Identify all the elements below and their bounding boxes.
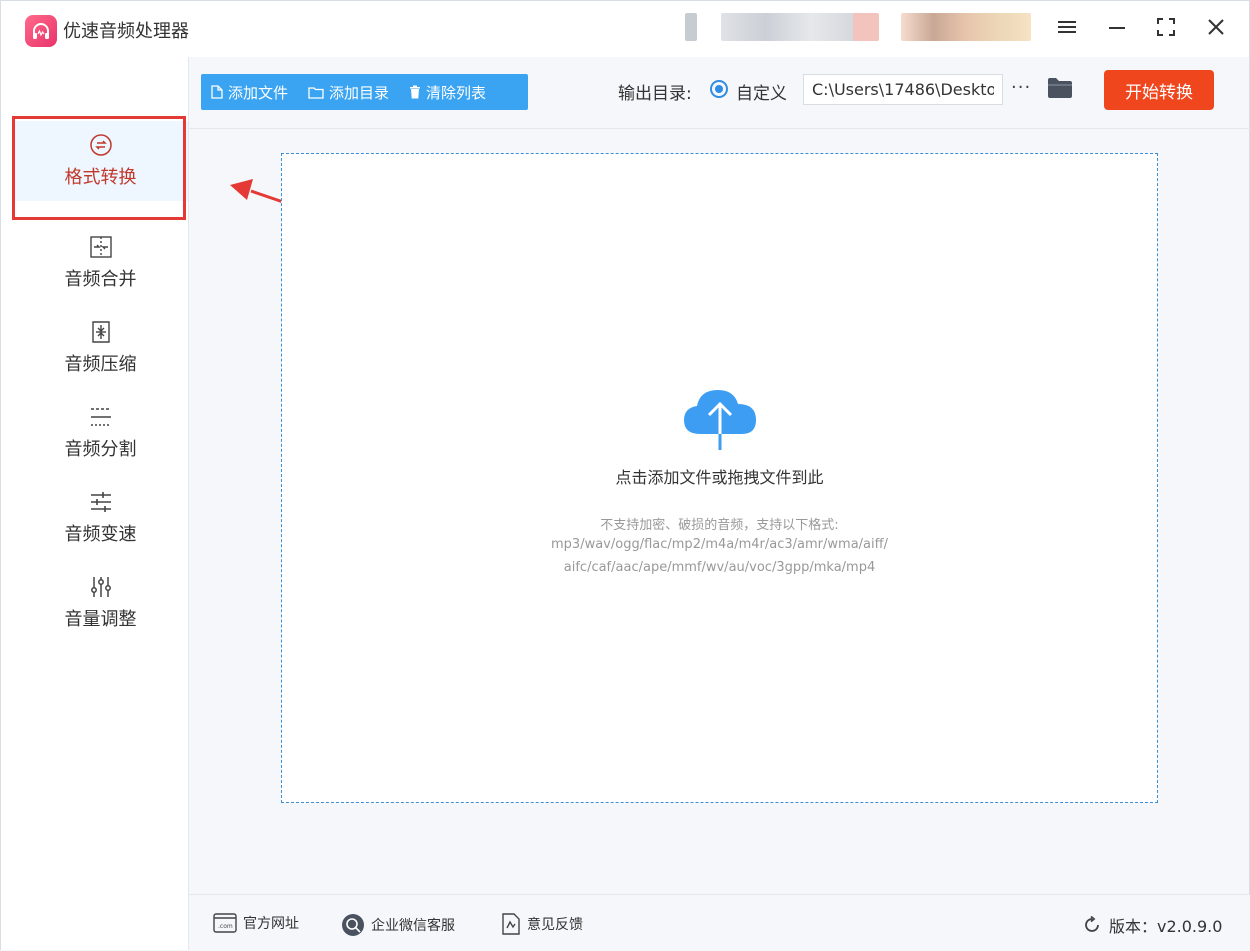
sidebar-item-format-convert[interactable]: 格式转换 [13, 121, 188, 201]
trash-icon [410, 85, 421, 99]
refresh-icon [1085, 916, 1099, 932]
website-icon: .com [213, 913, 237, 933]
file-drop-zone[interactable]: 点击添加文件或拖拽文件到此 不支持加密、破损的音频，支持以下格式: mp3/wa… [281, 153, 1158, 803]
minimize-button[interactable] [1101, 13, 1133, 41]
format-convert-icon [89, 134, 112, 156]
output-directory-label: 输出目录: [618, 84, 692, 104]
more-options-button[interactable]: ··· [1011, 77, 1031, 98]
sidebar-item-label: 音频压缩 [64, 354, 137, 375]
sidebar-item-label: 音频合并 [64, 269, 137, 290]
sidebar-item-audio-merge[interactable]: 音频合并 [13, 223, 188, 303]
blurred-region [853, 13, 879, 41]
close-button[interactable] [1200, 13, 1232, 41]
clear-list-label: 清除列表 [426, 83, 487, 102]
sidebar-item-label: 格式转换 [64, 167, 137, 188]
maximize-button[interactable] [1150, 13, 1182, 41]
merge-icon [89, 236, 112, 258]
start-convert-button[interactable]: 开始转换 [1104, 70, 1214, 110]
app-logo-icon [25, 15, 57, 47]
app-title: 优速音频处理器 [63, 21, 189, 42]
drop-zone-hint: 不支持加密、破损的音频，支持以下格式: [600, 518, 839, 533]
blurred-region [901, 13, 1031, 41]
split-icon [90, 408, 111, 426]
version-label: 版本：v2.0.9.0 [1109, 917, 1223, 936]
sidebar-item-audio-split[interactable]: 音频分割 [13, 393, 188, 473]
sidebar-item-volume-adjust[interactable]: 音量调整 [13, 563, 188, 643]
speed-icon [90, 492, 111, 512]
clear-list-button[interactable]: 清除列表 [399, 74, 496, 110]
sidebar-item-label: 音频分割 [64, 439, 137, 460]
sidebar-item-label: 音量调整 [64, 609, 137, 630]
drop-zone-formats: mp3/wav/ogg/flac/mp2/m4a/m4r/ac3/amr/wma… [551, 537, 888, 552]
drop-zone-formats: aifc/caf/aac/ape/mmf/wv/au/voc/3gpp/mka/… [563, 560, 876, 575]
cloud-upload-icon [684, 390, 756, 450]
add-directory-button[interactable]: 添加目录 [298, 74, 399, 110]
add-directory-label: 添加目录 [329, 83, 390, 102]
folder-outline-icon [308, 86, 324, 99]
compress-icon [91, 321, 110, 343]
toolbar-divider [189, 128, 1250, 129]
minimize-icon [1109, 27, 1125, 29]
add-file-label: 添加文件 [228, 83, 289, 102]
close-icon [1208, 19, 1224, 35]
blurred-region [721, 13, 856, 41]
output-path-input[interactable] [803, 74, 1003, 105]
feedback-link[interactable]: 意见反馈 [501, 913, 583, 935]
custom-radio-label: 自定义 [736, 84, 787, 104]
app-window: 优速音频处理器 格式转换 音频合并 音频压缩 音频分割 音频变速 音量调整 添加… [0, 0, 1250, 951]
menu-button[interactable] [1051, 13, 1083, 41]
hamburger-icon [1058, 21, 1076, 33]
version-info: 版本：v2.0.9.0 [1083, 913, 1222, 937]
file-icon [211, 85, 223, 99]
add-file-button[interactable]: 添加文件 [201, 74, 298, 110]
official-website-link[interactable]: .com 官方网址 [213, 913, 299, 933]
feedback-icon [502, 913, 520, 935]
drop-zone-title: 点击添加文件或拖拽文件到此 [615, 468, 824, 487]
folder-icon [1048, 78, 1072, 98]
blurred-region [685, 13, 697, 41]
volume-icon [90, 577, 111, 597]
title-bar: 优速音频处理器 [1, 1, 1249, 57]
footer-bar: .com 官方网址 企业微信客服 意见反馈 版本：v2.0.9.0 [189, 894, 1250, 951]
sidebar-item-label: 音频变速 [64, 524, 137, 545]
open-folder-button[interactable] [1047, 77, 1073, 103]
sidebar-item-audio-speed[interactable]: 音频变速 [13, 478, 188, 558]
maximize-icon [1157, 18, 1175, 36]
sidebar-item-audio-compress[interactable]: 音频压缩 [13, 308, 188, 388]
feedback-label: 意见反馈 [527, 917, 583, 933]
svg-text:.com: .com [218, 923, 233, 930]
official-website-label: 官方网址 [243, 916, 299, 932]
wechat-icon [342, 914, 364, 936]
custom-radio[interactable] [710, 80, 728, 98]
wechat-service-label: 企业微信客服 [371, 918, 455, 934]
wechat-service-link[interactable]: 企业微信客服 [341, 913, 455, 937]
file-button-group: 添加文件 添加目录 清除列表 [201, 74, 528, 110]
